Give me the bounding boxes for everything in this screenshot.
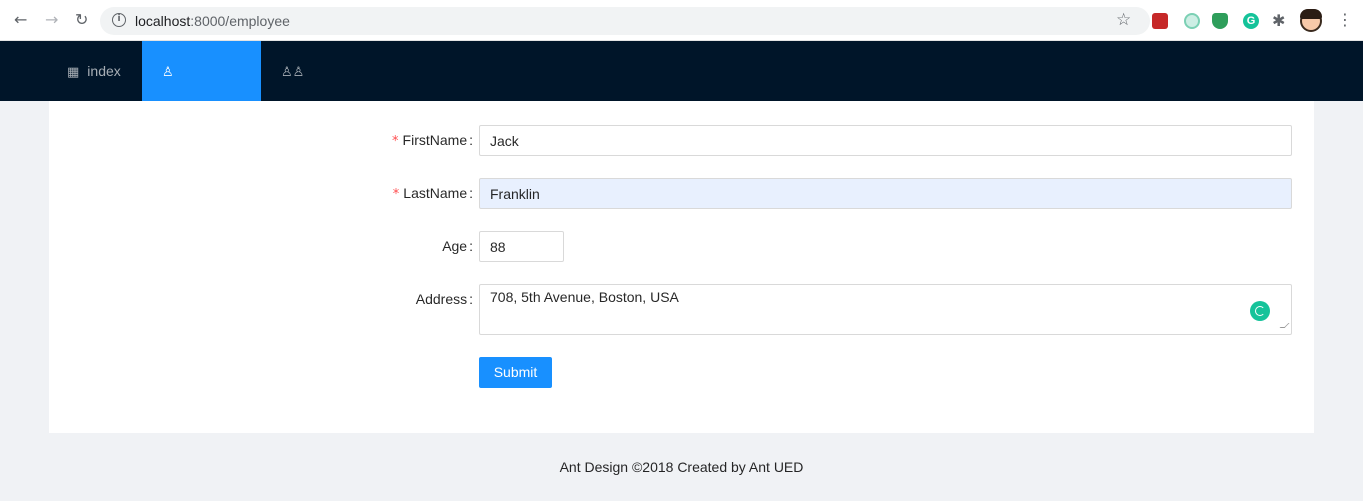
extension-clock-icon[interactable] xyxy=(1184,13,1200,29)
info-icon[interactable]: i xyxy=(112,13,126,27)
address-textarea[interactable]: 708, 5th Avenue, Boston, USA xyxy=(479,284,1292,335)
required-mark: * xyxy=(392,187,400,202)
address-label: Address: xyxy=(415,291,473,307)
last-name-input[interactable] xyxy=(479,178,1292,209)
grammarly-icon[interactable] xyxy=(1250,301,1270,321)
age-label-wrap: Age: xyxy=(49,235,473,257)
last-name-label: * LastName: xyxy=(392,185,473,202)
puzzle-extensions-icon[interactable]: ✱ xyxy=(1272,11,1285,30)
appstore-icon: ▦ xyxy=(67,65,80,80)
back-icon[interactable]: ← xyxy=(14,12,27,28)
nav-item-index[interactable]: ▦ index xyxy=(47,41,142,101)
user-icon: ♙ xyxy=(162,65,174,80)
browser-menu-icon[interactable]: ⋮ xyxy=(1337,11,1353,29)
first-name-input[interactable] xyxy=(479,125,1292,156)
url-text[interactable]: localhost:8000/employee xyxy=(135,13,290,29)
footer: Ant Design ©2018 Created by Ant UED xyxy=(559,459,804,475)
app-header: ▦ index ♙employee ♙♙list xyxy=(0,41,1363,141)
address-label-wrap: Address: xyxy=(49,288,473,310)
required-mark: * xyxy=(392,134,399,149)
last-name-label-wrap: * LastName: xyxy=(49,182,473,204)
url-host: localhost xyxy=(135,13,191,29)
first-name-label: * FirstName: xyxy=(392,132,473,149)
team-icon: ♙♙ xyxy=(281,65,305,80)
bookmark-star-icon[interactable]: ☆ xyxy=(1116,12,1131,29)
age-label: Age: xyxy=(442,238,473,254)
age-input[interactable] xyxy=(479,231,564,262)
form-card: *FirstName: *LastName: Age: Address: 708… xyxy=(49,101,1314,433)
first-name-label-wrap: * FirstName: xyxy=(49,129,473,151)
extension-shield-icon[interactable] xyxy=(1212,13,1228,29)
browser-toolbar: ← → ↻ i localhost:8000/employee ☆ G ✱ ⋮ xyxy=(0,0,1363,41)
nav-item-employee[interactable]: ♙employee xyxy=(142,41,261,141)
grammarly-extension-icon[interactable]: G xyxy=(1243,13,1259,29)
nav-item-list[interactable]: ♙♙list xyxy=(261,41,341,141)
extension-red-icon[interactable] xyxy=(1152,13,1168,29)
forward-icon[interactable]: → xyxy=(45,12,58,28)
profile-avatar[interactable] xyxy=(1300,9,1322,32)
url-path: :8000/employee xyxy=(190,13,290,29)
reload-icon[interactable]: ↻ xyxy=(75,12,88,28)
nav-item-label: index xyxy=(87,63,121,79)
submit-button[interactable]: Submit xyxy=(479,357,552,388)
